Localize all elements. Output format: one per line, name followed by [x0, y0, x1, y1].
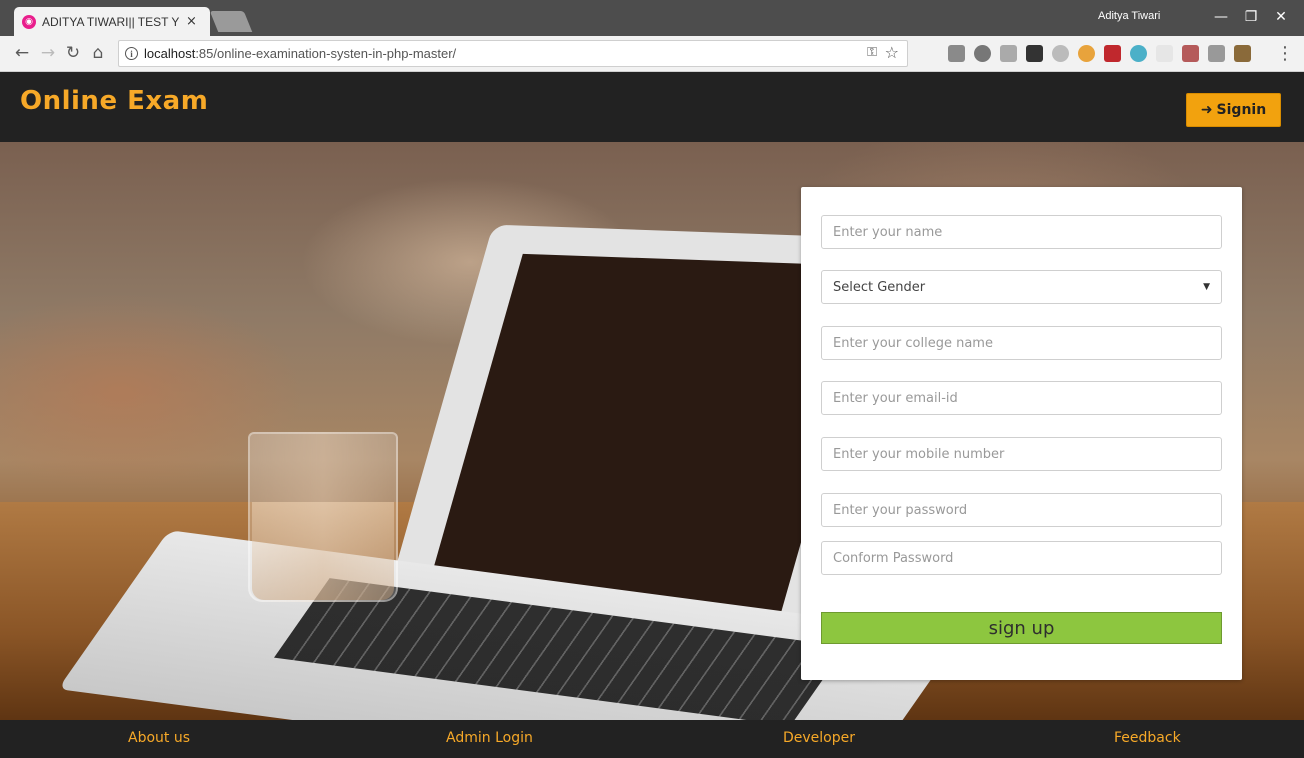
browser-titlebar: ◉ ADITYA TIWARI|| TEST YOUR SKILL × Adit… [0, 0, 1304, 36]
footer-feedback-link[interactable]: Feedback [1114, 730, 1181, 746]
tab-title: ADITYA TIWARI|| TEST YOUR SKILL [42, 14, 180, 29]
extension-icon[interactable] [1026, 45, 1043, 62]
gmail-extension-icon[interactable] [948, 45, 965, 62]
home-icon[interactable]: ⌂ [88, 43, 108, 63]
react-extension-icon[interactable] [1130, 45, 1147, 62]
extension-icon[interactable] [1104, 45, 1121, 62]
forward-icon[interactable]: → [38, 43, 58, 63]
name-input[interactable] [821, 215, 1222, 249]
site-logo[interactable]: Online Exam [20, 86, 208, 116]
address-bar[interactable]: i localhost:85/online-examination-systen… [118, 40, 908, 67]
new-tab-button[interactable] [209, 11, 253, 32]
browser-menu-icon[interactable]: ⋮ [1276, 43, 1294, 64]
minimize-icon[interactable]: — [1206, 6, 1236, 28]
gender-select[interactable]: Select Gender ▼ [821, 270, 1222, 304]
footer-admin-login-link[interactable]: Admin Login [446, 730, 533, 746]
key-icon[interactable]: ⚿ [867, 45, 877, 60]
confirm-password-input[interactable] [821, 541, 1222, 575]
back-icon[interactable]: ← [12, 43, 32, 63]
tab-close-icon[interactable]: × [186, 14, 197, 29]
hero-glass-water [252, 502, 394, 600]
extension-icon[interactable] [1156, 45, 1173, 62]
password-input[interactable] [821, 493, 1222, 527]
mobile-input[interactable] [821, 437, 1222, 471]
browser-tab[interactable]: ◉ ADITYA TIWARI|| TEST YOUR SKILL × [14, 7, 210, 36]
extension-icon[interactable] [1234, 45, 1251, 62]
ip-extension-icon[interactable] [1052, 45, 1069, 62]
college-input[interactable] [821, 326, 1222, 360]
extension-icon[interactable] [1000, 45, 1017, 62]
browser-profile-name[interactable]: Aditya Tiwari [1098, 10, 1160, 22]
reload-icon[interactable]: ↻ [63, 43, 83, 63]
site-footer: About us Admin Login Developer Feedback [0, 720, 1304, 758]
url-text[interactable]: localhost:85/online-examination-systen-i… [144, 46, 456, 61]
signup-form: Select Gender ▼ sign up [801, 187, 1242, 680]
email-input[interactable] [821, 381, 1222, 415]
footer-developer-link[interactable]: Developer [783, 730, 855, 746]
url-host: localhost [144, 46, 196, 61]
globe-extension-icon[interactable] [974, 45, 991, 62]
url-path: :85/online-examination-systen-in-php-mas… [195, 46, 457, 61]
tab-favicon-icon: ◉ [22, 14, 36, 29]
signup-button[interactable]: sign up [821, 612, 1222, 644]
gender-selected-value: Select Gender [833, 279, 926, 295]
signin-button[interactable]: ➜ Signin [1186, 93, 1281, 127]
login-icon: ➜ [1200, 102, 1213, 118]
restore-icon[interactable]: ❐ [1236, 6, 1266, 28]
footer-about-link[interactable]: About us [128, 730, 190, 746]
extension-icon[interactable] [1208, 45, 1225, 62]
cookie-extension-icon[interactable] [1078, 45, 1095, 62]
close-window-icon[interactable]: ✕ [1266, 6, 1296, 28]
chevron-down-icon: ▼ [1203, 282, 1210, 292]
extension-icon[interactable] [1182, 45, 1199, 62]
info-icon[interactable]: i [125, 47, 138, 60]
signin-label: Signin [1216, 102, 1267, 118]
bookmark-star-icon[interactable]: ☆ [885, 43, 899, 62]
browser-toolbar: ← → ↻ ⌂ i localhost:85/online-examinatio… [0, 36, 1304, 72]
site-header: Online Exam ➜ Signin [0, 72, 1304, 142]
